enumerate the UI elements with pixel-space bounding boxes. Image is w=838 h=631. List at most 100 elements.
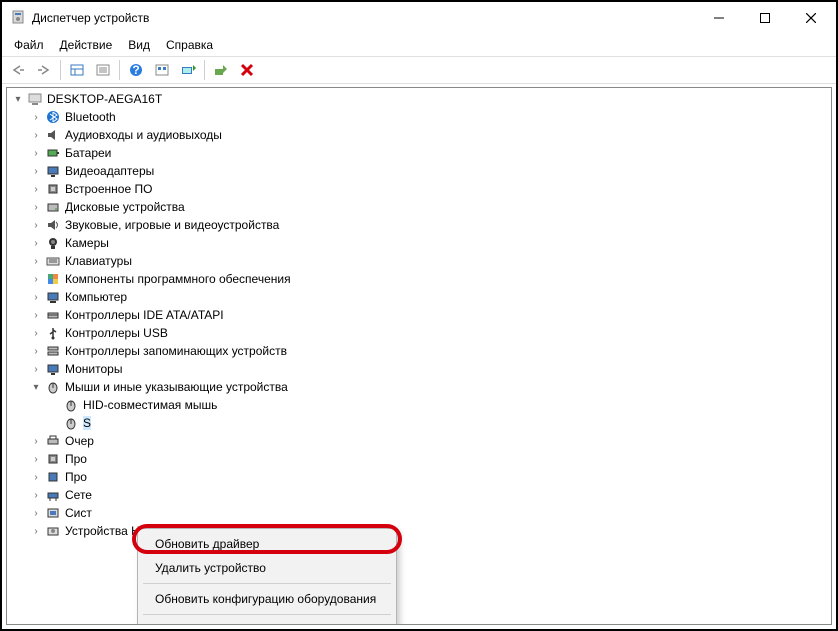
update-driver-icon[interactable] — [209, 58, 233, 82]
expand-icon[interactable]: › — [29, 202, 43, 213]
expand-icon[interactable]: › — [29, 526, 43, 537]
maximize-button[interactable] — [742, 2, 788, 34]
tree-node-processor[interactable]: › Про — [7, 450, 831, 468]
tree-node-storage[interactable]: › Контроллеры запоминающих устройств — [7, 342, 831, 360]
computer-icon — [27, 91, 43, 107]
display-adapter-icon — [45, 163, 61, 179]
tree-node-disk[interactable]: ›Дисковые устройства — [7, 198, 831, 216]
tree-leaf-hid-mouse[interactable]: ·HID-совместимая мышь — [7, 396, 831, 414]
menu-help[interactable]: Справка — [158, 36, 221, 54]
sound-icon — [45, 217, 61, 233]
expand-icon[interactable]: › — [29, 454, 43, 465]
tree-node-monitor[interactable]: ›Мониторы — [7, 360, 831, 378]
tree-node-sound[interactable]: ›Звуковые, игровые и видеоустройства — [7, 216, 831, 234]
tree-node-label: Компьютер — [65, 290, 127, 304]
back-icon[interactable] — [6, 58, 30, 82]
expand-icon[interactable]: › — [29, 346, 43, 357]
tree-node-software[interactable]: ›Компоненты программного обеспечения — [7, 270, 831, 288]
expand-icon[interactable]: › — [29, 364, 43, 375]
scan-icon[interactable] — [176, 58, 200, 82]
expand-icon[interactable]: › — [29, 508, 43, 519]
tree-node-camera[interactable]: › Камеры — [7, 234, 831, 252]
expand-icon[interactable]: › — [29, 220, 43, 231]
forward-icon[interactable] — [32, 58, 56, 82]
mouse-icon — [63, 415, 79, 431]
tree-node-label: Про — [65, 452, 87, 466]
network-icon — [45, 487, 61, 503]
tree-node-system[interactable]: ›Сист — [7, 504, 831, 522]
expand-icon[interactable]: › — [29, 166, 43, 177]
ctx-separator — [143, 583, 391, 584]
expand-icon[interactable]: › — [29, 310, 43, 321]
expand-icon[interactable]: › — [29, 238, 43, 249]
ctx-scan-hardware[interactable]: Обновить конфигурацию оборудования — [141, 587, 393, 611]
ctx-update-driver[interactable]: Обновить драйвер — [141, 532, 393, 556]
expand-icon[interactable]: › — [29, 184, 43, 195]
show-hidden-icon[interactable] — [65, 58, 89, 82]
expand-icon[interactable]: › — [29, 436, 43, 447]
tree-node-label: Встроенное ПО — [65, 182, 152, 196]
tree-node-battery[interactable]: › Батареи — [7, 144, 831, 162]
collapse-icon[interactable]: ▾ — [11, 94, 25, 105]
tree-node-usb[interactable]: ›Контроллеры USB — [7, 324, 831, 342]
ide-icon — [45, 307, 61, 323]
minimize-button[interactable] — [696, 2, 742, 34]
tree-root-label: DESKTOP-AEGA16T — [47, 92, 162, 106]
collapse-icon[interactable]: ▾ — [29, 382, 43, 393]
tree-node-label: Контроллеры запоминающих устройств — [65, 344, 287, 358]
expand-icon[interactable]: › — [29, 274, 43, 285]
ctx-remove-device[interactable]: Удалить устройство — [141, 556, 393, 580]
expand-icon[interactable]: › — [29, 256, 43, 267]
hid-icon — [45, 523, 61, 539]
tree-node-computer[interactable]: › Компьютер — [7, 288, 831, 306]
device-tree-panel[interactable]: ▾ DESKTOP-AEGA16T ›Bluetooth › Аудиовходы… — [6, 87, 832, 625]
printer-icon — [45, 433, 61, 449]
expand-icon[interactable]: › — [29, 130, 43, 141]
expand-icon[interactable]: › — [29, 292, 43, 303]
expand-icon[interactable]: › — [29, 328, 43, 339]
tree-node-firmware[interactable]: › Встроенное ПО — [7, 180, 831, 198]
tree-node-label: Батареи — [65, 146, 111, 160]
menu-action[interactable]: Действие — [52, 36, 121, 54]
help-icon[interactable]: ? — [124, 58, 148, 82]
tree-node-label: Камеры — [65, 236, 109, 250]
expand-icon[interactable]: › — [29, 148, 43, 159]
chip-icon — [45, 469, 61, 485]
svg-text:?: ? — [132, 63, 139, 77]
ctx-separator — [143, 614, 391, 615]
mouse-icon — [45, 379, 61, 395]
tree-leaf-touchpad[interactable]: ·S — [7, 414, 831, 432]
expand-icon[interactable]: › — [29, 472, 43, 483]
tree-node-label: Про — [65, 470, 87, 484]
cpu-icon — [45, 451, 61, 467]
app-icon — [10, 10, 26, 26]
tree-node-mice[interactable]: ▾Мыши и иные указывающие устройства — [7, 378, 831, 396]
tree-node-audio[interactable]: › Аудиовходы и аудиовыходы — [7, 126, 831, 144]
tree-node-program[interactable]: › Про — [7, 468, 831, 486]
window-title: Диспетчер устройств — [32, 11, 696, 25]
storage-icon — [45, 343, 61, 359]
context-menu: Обновить драйвер Удалить устройство Обно… — [137, 528, 397, 625]
properties-icon[interactable] — [91, 58, 115, 82]
expand-icon[interactable]: › — [29, 112, 43, 123]
window-controls — [696, 2, 834, 34]
close-button[interactable] — [788, 2, 834, 34]
device-manager-window: Диспетчер устройств Файл Действие Вид Сп… — [0, 0, 838, 631]
tree-node-print[interactable]: ›Очер — [7, 432, 831, 450]
tree-node-keyboard[interactable]: ›Клавиатуры — [7, 252, 831, 270]
tree-node-network[interactable]: ›Сете — [7, 486, 831, 504]
toolbar-icon-5[interactable] — [150, 58, 174, 82]
tree-node-ide[interactable]: ›Контроллеры IDE ATA/ATAPI — [7, 306, 831, 324]
menu-view[interactable]: Вид — [120, 36, 158, 54]
toolbar-separator — [60, 60, 61, 80]
tree-node-hid[interactable]: ›Устройства HID (Human Interface Devices… — [7, 522, 831, 540]
tree-root[interactable]: ▾ DESKTOP-AEGA16T — [7, 90, 831, 108]
uninstall-icon[interactable] — [235, 58, 259, 82]
tree-node-bluetooth[interactable]: ›Bluetooth — [7, 108, 831, 126]
menu-file[interactable]: Файл — [6, 36, 52, 54]
expand-icon[interactable]: › — [29, 490, 43, 501]
ctx-properties[interactable]: Свойства — [141, 618, 393, 625]
tree-node-label: Аудиовходы и аудиовыходы — [65, 128, 222, 142]
system-icon — [45, 505, 61, 521]
tree-node-display[interactable]: ›Видеоадаптеры — [7, 162, 831, 180]
